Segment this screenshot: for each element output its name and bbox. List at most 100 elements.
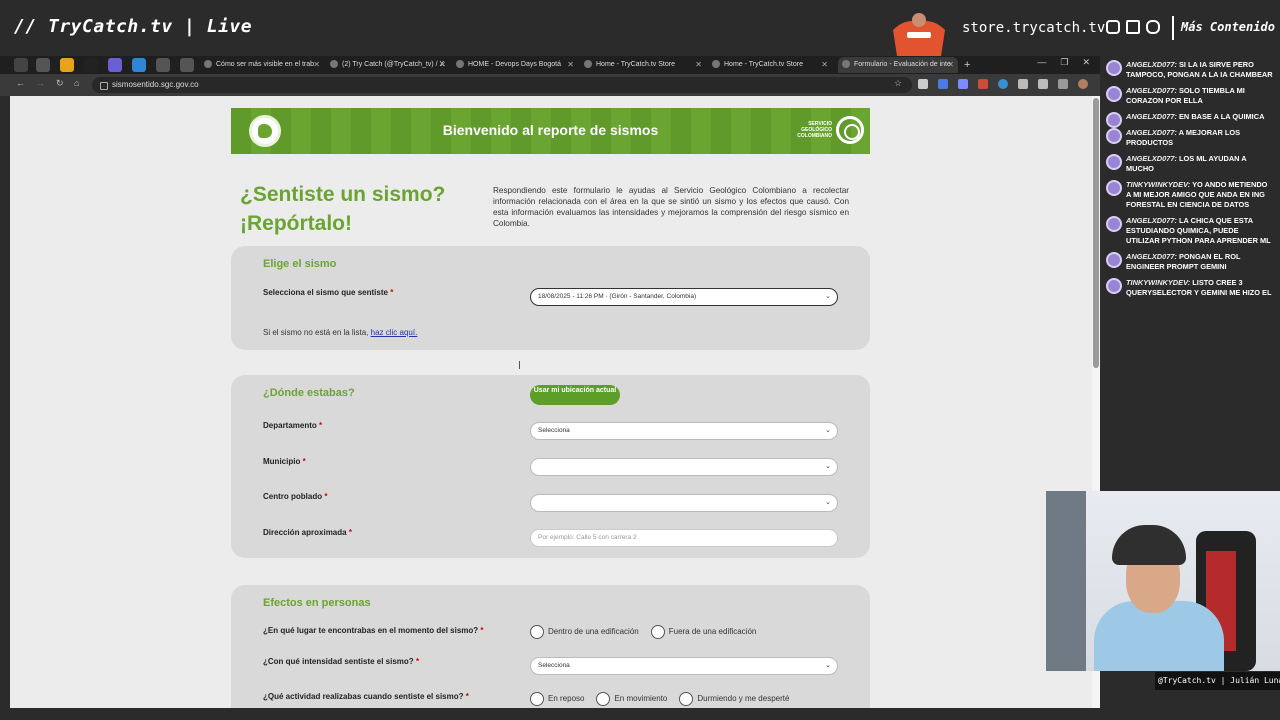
extension-icon[interactable]	[1038, 79, 1048, 89]
tab-favicon-icon	[584, 60, 592, 69]
radio-label: Dentro de una edificación	[548, 627, 639, 637]
section-donde-estabas: ¿Dónde estabas? Usar mi ubicación actual…	[231, 375, 870, 558]
forward-icon[interactable]: →	[36, 78, 45, 88]
radio-button[interactable]	[650, 625, 665, 639]
field-label: ¿Con qué intensidad sentiste el sismo? *	[263, 657, 419, 666]
pinned-tab[interactable]	[132, 58, 146, 72]
select-value: 18/08/2025 - 11:26 PM · (Girón - Santand…	[538, 293, 697, 300]
stream-title: // TryCatch.tv | Live	[14, 16, 253, 37]
radio-label: Fuera de una edificación	[668, 627, 757, 637]
pinned-tab[interactable]	[84, 58, 98, 72]
tab-favicon-icon	[456, 60, 464, 69]
chat-username: ANGELXD077:	[1126, 216, 1177, 225]
avatar	[1106, 112, 1122, 128]
radio-button[interactable]	[596, 692, 611, 706]
pinned-tab[interactable]	[156, 58, 170, 72]
page-viewport: Bienvenido al reporte de sismos SERVICIO…	[10, 96, 1092, 708]
tab-favicon-icon	[842, 60, 850, 69]
radio-button[interactable]	[679, 692, 694, 706]
pinned-tab[interactable]	[180, 58, 194, 72]
label-text: ¿Con qué intensidad sentiste el sismo?	[263, 657, 414, 666]
restore-icon[interactable]: ❐	[1060, 57, 1068, 68]
chat-message: ANGELXD077: SI LA IA SIRVE PERO TAMPOCO,…	[1100, 60, 1280, 80]
use-location-button[interactable]: Usar mi ubicación actual	[530, 385, 620, 405]
extension-icon[interactable]	[938, 79, 948, 89]
more-content-label: Más Contenido	[1172, 16, 1275, 40]
chat-message: ANGELXD077: LOS ML AYUDAN A MUCHO	[1100, 154, 1280, 174]
tab-close-icon[interactable]: ✕	[947, 57, 954, 73]
home-icon[interactable]: ⌂	[74, 78, 79, 88]
required-mark: *	[348, 528, 352, 537]
webcam-door	[1046, 491, 1086, 671]
address-bar[interactable]: sismosentido.sgc.gov.co	[92, 77, 912, 93]
browser-tab[interactable]: (2) Try Catch (@TryCatch_tv) / X ✕	[330, 57, 450, 73]
merch-image	[885, 12, 953, 56]
radio-option[interactable]: Durmiendo y me desperté	[679, 692, 789, 706]
close-window-icon[interactable]: ✕	[1082, 57, 1090, 68]
tab-close-icon[interactable]: ✕	[439, 57, 446, 73]
tab-close-icon[interactable]: ✕	[567, 57, 574, 73]
intensidad-select[interactable]: Selecciona ⌄	[530, 657, 838, 675]
label-text: Centro poblado	[263, 492, 323, 501]
profile-avatar[interactable]	[1078, 79, 1088, 89]
select-value: Selecciona	[538, 662, 570, 669]
direccion-input[interactable]: Por ejemplo: Calle 5 con carrera 2	[530, 529, 838, 547]
field-label: Dirección aproximada *	[263, 528, 352, 537]
tab-label: Home - TryCatch.tv Store	[596, 61, 675, 68]
radio-button[interactable]	[530, 692, 544, 706]
radio-label: En reposo	[548, 694, 585, 704]
stream-overlay-footer	[0, 708, 1100, 720]
extension-icon[interactable]	[958, 79, 968, 89]
pinned-tab[interactable]	[108, 58, 122, 72]
stream-overlay-header: // TryCatch.tv | Live store.trycatch.tv …	[0, 0, 1280, 56]
store-url: store.trycatch.tv	[962, 20, 1106, 36]
intro-text: Respondiendo este formulario le ayudas a…	[493, 186, 849, 228]
pinned-tab[interactable]	[36, 58, 50, 72]
departamento-select[interactable]: Selecciona ⌄	[530, 422, 838, 440]
browser-tab-active[interactable]: Formulario - Evaluación de inte ✕	[838, 57, 958, 73]
radio-option[interactable]: En movimiento	[596, 692, 667, 706]
tab-favicon-icon	[712, 60, 720, 69]
youtube-icon	[1146, 20, 1160, 34]
sgc-logo: SERVICIO GEOLÓGICO COLOMBIANO	[792, 116, 864, 144]
extension-icons: ⋮	[918, 79, 1108, 89]
centro-poblado-select[interactable]: ⌄	[530, 494, 838, 512]
radio-button[interactable]	[530, 625, 544, 639]
minimize-icon[interactable]: —	[1037, 57, 1046, 68]
section-heading: ¿Dónde estabas?	[263, 387, 355, 399]
webcam-feed	[1046, 491, 1280, 671]
browser-tab[interactable]: Home - TryCatch.tv Store ✕	[712, 57, 832, 73]
chat-username: ANGELXD077:	[1126, 154, 1177, 163]
browser-tab[interactable]: Home - TryCatch.tv Store ✕	[584, 57, 706, 73]
scrollbar-thumb[interactable]	[1093, 98, 1099, 368]
sismo-select[interactable]: 18/08/2025 - 11:26 PM · (Girón - Santand…	[530, 288, 838, 306]
required-mark: *	[302, 457, 306, 466]
chevron-down-icon: ⌄	[825, 293, 831, 300]
municipio-select[interactable]: ⌄	[530, 458, 838, 476]
extension-icon[interactable]	[978, 79, 988, 89]
page-title-line2: ¡Repórtalo!	[240, 212, 352, 235]
pinned-tab[interactable]	[60, 58, 74, 72]
back-icon[interactable]: ←	[16, 78, 25, 88]
chat-username: TINKYWINKYDEV:	[1126, 278, 1191, 287]
extension-icon[interactable]	[918, 79, 928, 89]
tab-search-button[interactable]	[14, 58, 28, 72]
radio-option[interactable]: Fuera de una edificación	[650, 625, 757, 639]
reload-icon[interactable]: ↻	[56, 78, 64, 89]
bookmark-star-icon[interactable]: ☆	[894, 78, 902, 89]
new-tab-button[interactable]: +	[964, 57, 978, 73]
extension-icon[interactable]	[998, 79, 1008, 89]
radio-option[interactable]: En reposo	[530, 692, 584, 706]
tab-label: Home - TryCatch.tv Store	[724, 61, 803, 68]
tab-close-icon[interactable]: ✕	[695, 57, 702, 73]
streamer-handle: @TryCatch.tv | Julián Luna	[1155, 672, 1280, 690]
extension-icon[interactable]	[1058, 79, 1068, 89]
not-listed-link[interactable]: haz clic aquí.	[371, 328, 418, 337]
browser-tab[interactable]: Cómo ser más visible en el trab ✕	[204, 57, 324, 73]
sgc-swirl-icon	[836, 116, 864, 144]
radio-option[interactable]: Dentro de una edificación	[530, 625, 639, 639]
extension-icon[interactable]	[1018, 79, 1028, 89]
browser-tab[interactable]: HOME - Devops Days Bogotá ✕	[456, 57, 578, 73]
tab-close-icon[interactable]: ✕	[821, 57, 828, 73]
tab-close-icon[interactable]: ✕	[313, 57, 320, 73]
